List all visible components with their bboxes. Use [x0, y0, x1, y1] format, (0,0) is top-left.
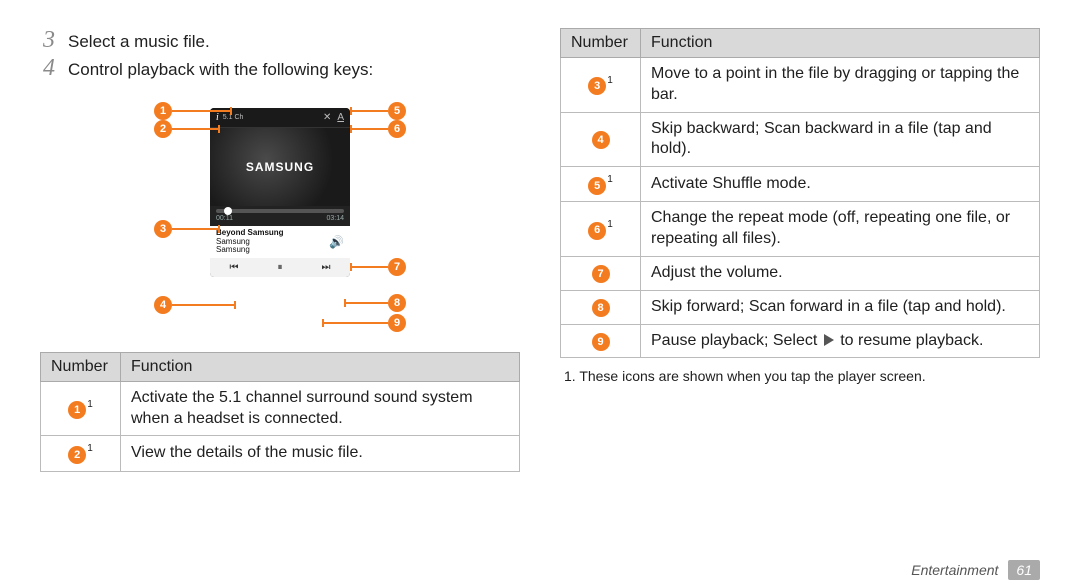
table-row: 11Activate the 5.1 channel surround soun… — [41, 381, 520, 436]
footnote-ref: 1 — [607, 75, 613, 86]
callout-1: 1 — [154, 102, 232, 120]
row-function-cell: Skip backward; Scan backward in a file (… — [641, 112, 1040, 167]
number-bullet: 4 — [592, 131, 610, 149]
callout-bullet: 1 — [154, 102, 172, 120]
table-row: 21View the details of the music file. — [41, 436, 520, 471]
footer-page-number: 61 — [1008, 560, 1040, 580]
playback-controls: ⏮ ⏸ ⏭ — [210, 258, 350, 277]
number-bullet: 9 — [592, 333, 610, 351]
repeat-icon: A — [337, 112, 344, 123]
step-number: 3 — [40, 28, 58, 52]
row-function-cell: Activate Shuffle mode. — [641, 167, 1040, 202]
col-number: Number — [41, 352, 121, 381]
row-number-cell: 11 — [41, 381, 121, 436]
row-function-cell: View the details of the music file. — [121, 436, 520, 471]
row-number-cell: 9 — [561, 324, 641, 358]
desc-text: to resume playback. — [836, 332, 984, 349]
callout-bullet: 4 — [154, 296, 172, 314]
callout-bullet: 3 — [154, 220, 172, 238]
progress-area: 00:11 03:14 — [210, 206, 350, 226]
callout-5: 5 — [350, 102, 406, 120]
row-number-cell: 31 — [561, 58, 641, 113]
table-row: 51Activate Shuffle mode. — [561, 167, 1040, 202]
album-cover: SAMSUNG — [210, 128, 350, 206]
footer-section: Entertainment — [911, 562, 998, 578]
row-number-cell: 61 — [561, 202, 641, 257]
table-row: 4 Skip backward; Scan backward in a file … — [561, 112, 1040, 167]
table-row: 61Change the repeat mode (off, repeating… — [561, 202, 1040, 257]
table-row: 7 Adjust the volume. — [561, 256, 1040, 290]
row-number-cell: 8 — [561, 290, 641, 324]
col-function: Function — [121, 352, 520, 381]
callout-bullet: 8 — [388, 294, 406, 312]
track-meta: Beyond Samsung Samsung Samsung 🔊 — [210, 226, 350, 258]
callout-8: 8 — [344, 294, 406, 312]
row-function-cell: Move to a point in the file by dragging … — [641, 58, 1040, 113]
callout-bullet: 2 — [154, 120, 172, 138]
step-4: 4 Control playback with the following ke… — [40, 56, 520, 82]
col-function: Function — [641, 29, 1040, 58]
function-table-right: Number Function 31Move to a point in the… — [560, 28, 1040, 358]
footnote: 1. These icons are shown when you tap th… — [560, 368, 1040, 384]
footnote-ref: 1 — [607, 219, 613, 230]
callout-3: 3 — [154, 220, 220, 238]
desc-text: Pause playback; Select — [651, 332, 822, 349]
footnote-ref: 1 — [87, 443, 93, 454]
pause-icon: ⏸ — [278, 262, 283, 273]
volume-icon: 🔊 — [329, 235, 344, 249]
callout-6: 6 — [350, 120, 406, 138]
col-number: Number — [561, 29, 641, 58]
callout-bullet: 6 — [388, 120, 406, 138]
footnote-ref: 1 — [607, 174, 613, 185]
callout-4: 4 — [154, 296, 236, 314]
number-bullet: 8 — [592, 299, 610, 317]
left-column: 3 Select a music file. 4 Control playbac… — [40, 28, 520, 556]
page-footer: Entertainment 61 — [911, 560, 1040, 580]
row-function-cell: Activate the 5.1 channel surround sound … — [121, 381, 520, 436]
callout-bullet: 9 — [388, 314, 406, 332]
next-icon: ⏭ — [322, 262, 331, 273]
callout-9: 9 — [322, 314, 406, 332]
row-function-cell: Change the repeat mode (off, repeating o… — [641, 202, 1040, 257]
row-number-cell: 21 — [41, 436, 121, 471]
step-3: 3 Select a music file. — [40, 28, 520, 54]
callout-bullet: 5 — [388, 102, 406, 120]
track-album: Samsung — [216, 246, 284, 255]
table-row: 31Move to a point in the file by draggin… — [561, 58, 1040, 113]
prev-icon: ⏮ — [230, 262, 239, 273]
row-function-cell: Pause playback; Select to resume playbac… — [641, 324, 1040, 358]
row-function-cell: Adjust the volume. — [641, 256, 1040, 290]
footnote-ref: 1 — [87, 399, 93, 410]
step-number: 4 — [40, 56, 58, 80]
number-bullet: 6 — [588, 222, 606, 240]
row-number-cell: 7 — [561, 256, 641, 290]
player-diagram: i 5.1 Ch ✕ A SAMSUNG 00:11 03:14 — [150, 88, 410, 338]
device-mockup: i 5.1 Ch ✕ A SAMSUNG 00:11 03:14 — [210, 108, 350, 277]
row-function-cell: Skip forward; Scan forward in a file (ta… — [641, 290, 1040, 324]
callout-2: 2 — [154, 120, 220, 138]
number-bullet: 3 — [588, 77, 606, 95]
number-bullet: 7 — [592, 265, 610, 283]
step-text: Select a music file. — [68, 28, 210, 54]
table-row: 8 Skip forward; Scan forward in a file (t… — [561, 290, 1040, 324]
progress-bar — [216, 209, 344, 213]
shuffle-icon: ✕ — [323, 112, 331, 123]
play-icon — [824, 334, 834, 346]
function-table-left: Number Function 11Activate the 5.1 chann… — [40, 352, 520, 472]
row-number-cell: 51 — [561, 167, 641, 202]
number-bullet: 1 — [68, 401, 86, 419]
right-column: Number Function 31Move to a point in the… — [560, 28, 1040, 556]
step-text: Control playback with the following keys… — [68, 56, 373, 82]
callout-7: 7 — [350, 258, 406, 276]
progress-thumb — [224, 207, 232, 215]
row-number-cell: 4 — [561, 112, 641, 167]
number-bullet: 5 — [588, 177, 606, 195]
time-total: 03:14 — [326, 215, 344, 222]
callout-bullet: 7 — [388, 258, 406, 276]
table-row: 9 Pause playback; Select to resume playba… — [561, 324, 1040, 358]
number-bullet: 2 — [68, 446, 86, 464]
